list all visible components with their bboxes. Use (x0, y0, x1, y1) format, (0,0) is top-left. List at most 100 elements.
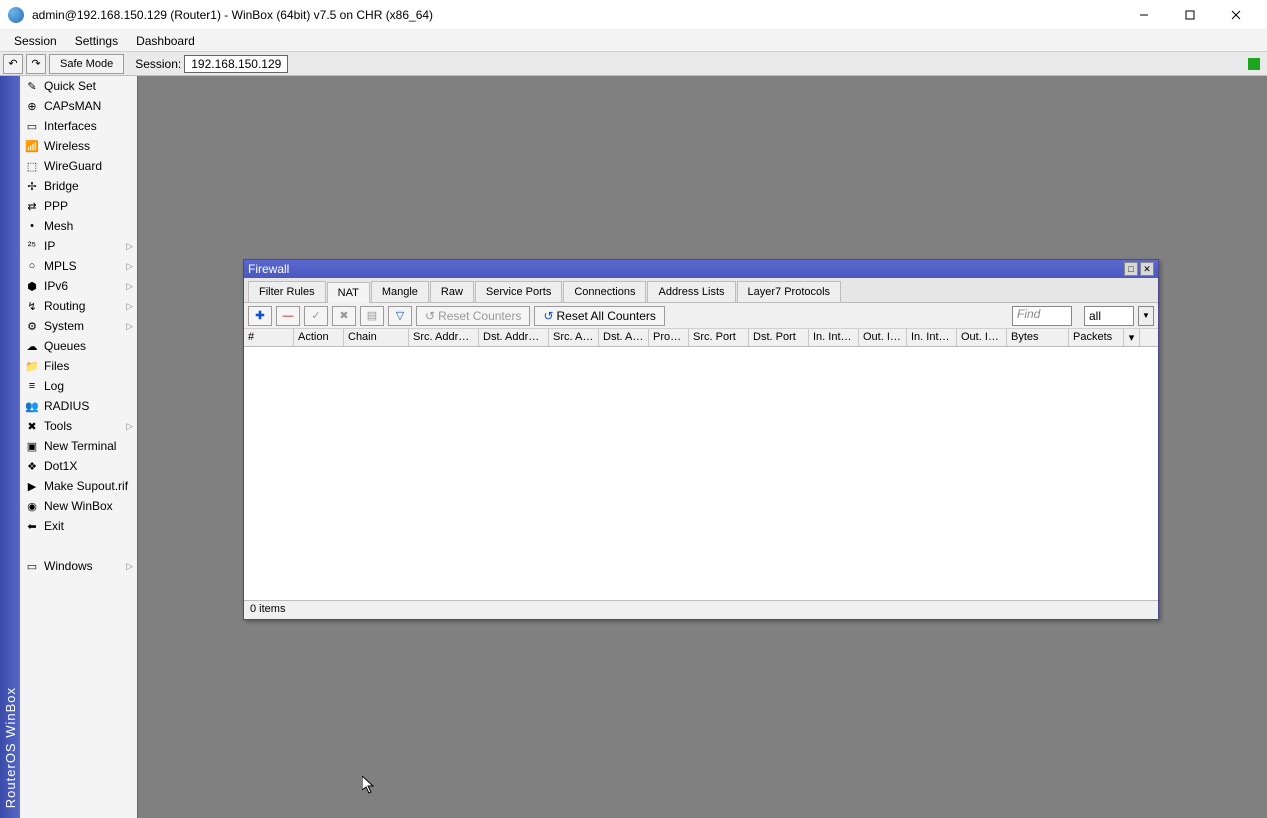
tab-mangle[interactable]: Mangle (371, 281, 429, 302)
menu-settings[interactable]: Settings (67, 32, 126, 50)
sidebar-item-mpls[interactable]: ○MPLS▷ (20, 256, 137, 276)
submenu-icon: ▷ (126, 421, 133, 432)
tab-raw[interactable]: Raw (430, 281, 474, 302)
sidebar-icon: 👥 (24, 398, 40, 414)
column-header[interactable]: Packets (1069, 329, 1124, 346)
cursor-icon (362, 776, 378, 796)
sidebar-item-new-terminal[interactable]: ▣ New Terminal (20, 436, 137, 456)
sidebar-item-queues[interactable]: ☁Queues (20, 336, 137, 356)
sidebar-item-bridge[interactable]: ✢Bridge (20, 176, 137, 196)
sidebar-label: Routing (44, 299, 85, 313)
sidebar-item-dot1x[interactable]: ❖Dot1X (20, 456, 137, 476)
app-icon (8, 7, 24, 23)
column-header[interactable]: Out. Int... (957, 329, 1007, 346)
sidebar: ✎Quick Set⊕CAPsMAN▭Interfaces📶Wireless⬚W… (20, 76, 138, 818)
sidebar-icon: 📁 (24, 358, 40, 374)
sidebar-item-interfaces[interactable]: ▭Interfaces (20, 116, 137, 136)
add-button[interactable]: ✚ (248, 306, 272, 326)
firewall-titlebar[interactable]: Firewall □ ✕ (244, 260, 1158, 278)
sidebar-label: MPLS (44, 259, 77, 273)
tab-address-lists[interactable]: Address Lists (647, 281, 735, 302)
session-ip[interactable]: 192.168.150.129 (184, 55, 288, 73)
sidebar-item-exit[interactable]: ⬅Exit (20, 516, 137, 536)
maximize-button[interactable] (1167, 0, 1213, 30)
safe-mode-button[interactable]: Safe Mode (49, 54, 124, 74)
menu-dashboard[interactable]: Dashboard (128, 32, 203, 50)
comment-button[interactable]: ▤ (360, 306, 384, 326)
sidebar-icon: ⇄ (24, 198, 40, 214)
reset-all-counters-button[interactable]: ↺Reset All Counters (534, 306, 664, 326)
sidebar-item-files[interactable]: 📁Files (20, 356, 137, 376)
sidebar-item-system[interactable]: ⚙System▷ (20, 316, 137, 336)
column-menu-icon[interactable]: ▾ (1124, 329, 1140, 346)
column-header[interactable]: # (244, 329, 294, 346)
sidebar-item-mesh[interactable]: •Mesh (20, 216, 137, 236)
disable-button[interactable]: ✖ (332, 306, 356, 326)
column-header[interactable]: Dst. Address (479, 329, 549, 346)
column-header[interactable]: Bytes (1007, 329, 1069, 346)
filter-dropdown-icon[interactable]: ▼ (1138, 306, 1154, 326)
session-bar: ↶ ↷ Safe Mode Session: 192.168.150.129 (0, 52, 1267, 76)
sidebar-icon: ▶ (24, 478, 40, 494)
sidebar-item-ipv6[interactable]: ⬢ IPv6 ▷ (20, 276, 137, 296)
column-header[interactable]: In. Inter... (809, 329, 859, 346)
sidebar-icon: ⬢ (24, 278, 40, 294)
column-header[interactable]: In. Inter... (907, 329, 957, 346)
tab-service-ports[interactable]: Service Ports (475, 281, 562, 302)
title-bar: admin@192.168.150.129 (Router1) - WinBox… (0, 0, 1267, 30)
firewall-close-icon[interactable]: ✕ (1140, 262, 1154, 276)
sidebar-item-make-supout-rif[interactable]: ▶Make Supout.rif (20, 476, 137, 496)
sidebar-item-new-winbox[interactable]: ◉New WinBox (20, 496, 137, 516)
filter-dropdown[interactable]: all (1084, 306, 1134, 326)
sidebar-label: Tools (44, 419, 72, 433)
sidebar-icon: ≡ (24, 378, 40, 394)
sidebar-item-log[interactable]: ≡Log (20, 376, 137, 396)
minimize-button[interactable] (1121, 0, 1167, 30)
menu-session[interactable]: Session (6, 32, 65, 50)
column-header[interactable]: Proto... (649, 329, 689, 346)
column-header[interactable]: Chain (344, 329, 409, 346)
sidebar-icon: ▣ (24, 438, 40, 454)
column-header[interactable]: Src. Address (409, 329, 479, 346)
column-header[interactable]: Src. Ad... (549, 329, 599, 346)
filter-button[interactable]: ▽ (388, 306, 412, 326)
remove-button[interactable]: — (276, 306, 300, 326)
close-button[interactable] (1213, 0, 1259, 30)
sidebar-item-wireguard[interactable]: ⬚WireGuard (20, 156, 137, 176)
column-header[interactable]: Src. Port (689, 329, 749, 346)
sidebar-item-routing[interactable]: ↯Routing▷ (20, 296, 137, 316)
tab-layer7-protocols[interactable]: Layer7 Protocols (737, 281, 842, 302)
sidebar-item-radius[interactable]: 👥RADIUS (20, 396, 137, 416)
enable-button[interactable]: ✓ (304, 306, 328, 326)
submenu-icon: ▷ (126, 281, 133, 292)
left-rail-text: RouterOS WinBox (3, 677, 18, 818)
window-title: admin@192.168.150.129 (Router1) - WinBox… (32, 8, 1121, 22)
sidebar-item-capsman[interactable]: ⊕CAPsMAN (20, 96, 137, 116)
sidebar-item-ppp[interactable]: ⇄PPP (20, 196, 137, 216)
tab-nat[interactable]: NAT (327, 282, 370, 303)
column-header[interactable]: Out. Int... (859, 329, 907, 346)
sidebar-item-windows[interactable]: ▭Windows▷ (20, 556, 137, 576)
tab-filter-rules[interactable]: Filter Rules (248, 281, 326, 302)
reset-counters-button[interactable]: ↺Reset Counters (416, 306, 530, 326)
find-input[interactable]: Find (1012, 306, 1072, 326)
sidebar-item-ip[interactable]: ²⁵IP▷ (20, 236, 137, 256)
sidebar-label: Queues (44, 339, 86, 353)
column-header[interactable]: Dst. Port (749, 329, 809, 346)
firewall-max-icon[interactable]: □ (1124, 262, 1138, 276)
sidebar-item-wireless[interactable]: 📶Wireless (20, 136, 137, 156)
sidebar-label: New Terminal (44, 439, 116, 453)
undo-button[interactable]: ↶ (3, 54, 23, 74)
firewall-list[interactable] (244, 347, 1158, 601)
column-header[interactable]: Dst. Ad... (599, 329, 649, 346)
sidebar-icon: ²⁵ (24, 238, 40, 254)
column-header[interactable]: Action (294, 329, 344, 346)
submenu-icon: ▷ (126, 321, 133, 332)
redo-button[interactable]: ↷ (26, 54, 46, 74)
firewall-columns: #ActionChainSrc. AddressDst. AddressSrc.… (244, 329, 1158, 347)
sidebar-label: IPv6 (44, 279, 68, 293)
sidebar-item-tools[interactable]: ✖Tools▷ (20, 416, 137, 436)
sidebar-item-quick-set[interactable]: ✎Quick Set (20, 76, 137, 96)
tab-connections[interactable]: Connections (563, 281, 646, 302)
firewall-status: 0 items (244, 601, 1158, 619)
